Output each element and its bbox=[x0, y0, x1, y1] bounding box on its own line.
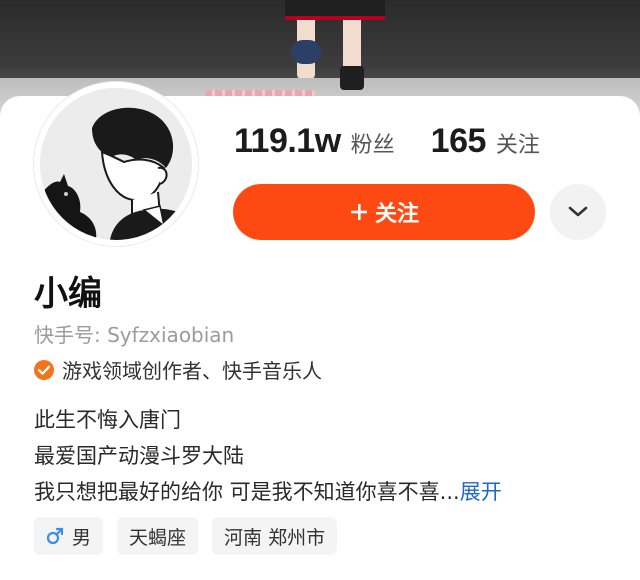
bio-line-last: 我只想把最好的给你 可是我不知道你喜不喜...展开 bbox=[34, 474, 502, 510]
gender-tag-label: 男 bbox=[72, 526, 92, 549]
verification-row[interactable]: 游戏领域创作者、快手音乐人 bbox=[34, 355, 322, 384]
following-stat[interactable]: 165 关注 bbox=[431, 122, 540, 161]
following-count: 165 bbox=[430, 122, 487, 160]
bio-line: 最爱国产动漫斗罗大陆 bbox=[34, 444, 244, 468]
profile-stats: 119.1w 粉丝 165 关注 bbox=[234, 122, 576, 161]
male-icon bbox=[46, 527, 64, 545]
bio-line: 我只想把最好的给你 可是我不知道你喜不喜... bbox=[34, 480, 460, 504]
verification-text: 游戏领域创作者、快手音乐人 bbox=[62, 359, 322, 383]
verified-badge-icon bbox=[34, 359, 54, 380]
bio-line: 此生不悔入唐门 bbox=[34, 408, 181, 432]
chevron-down-icon bbox=[567, 205, 589, 219]
figurine-shoe bbox=[340, 66, 364, 90]
follow-button-label: 关注 bbox=[374, 202, 419, 227]
followers-count: 119.1w bbox=[234, 122, 341, 160]
followers-stat[interactable]: 119.1w 粉丝 bbox=[234, 122, 395, 161]
followers-label: 粉丝 bbox=[350, 133, 395, 158]
profile-bio: 此生不悔入唐门 最爱国产动漫斗罗大陆 我只想把最好的给你 可是我不知道你喜不喜.… bbox=[34, 402, 502, 510]
avatar-illustration bbox=[40, 88, 192, 240]
avatar[interactable] bbox=[34, 82, 198, 246]
profile-screen: 119.1w 粉丝 165 关注 关注 小编 快手号: Syfzxiaobian bbox=[0, 0, 640, 580]
location-tag-label: 河南 郑州市 bbox=[224, 526, 326, 549]
profile-tags: 男 天蝎座 河南 郑州市 bbox=[34, 517, 351, 555]
figurine-skirt bbox=[285, 0, 385, 20]
zodiac-tag-label: 天蝎座 bbox=[129, 526, 187, 549]
following-label: 关注 bbox=[495, 133, 540, 158]
plus-icon bbox=[349, 202, 369, 222]
zodiac-tag: 天蝎座 bbox=[117, 517, 199, 555]
location-tag: 河南 郑州市 bbox=[212, 517, 338, 555]
gender-tag: 男 bbox=[34, 517, 104, 555]
profile-name: 小编 bbox=[34, 274, 102, 314]
kuaishou-id[interactable]: 快手号: Syfzxiaobian bbox=[34, 319, 234, 348]
follow-button[interactable]: 关注 bbox=[233, 184, 535, 240]
bio-expand-link[interactable]: 展开 bbox=[460, 480, 502, 504]
more-options-button[interactable] bbox=[550, 184, 606, 240]
figurine-sock bbox=[291, 40, 321, 64]
